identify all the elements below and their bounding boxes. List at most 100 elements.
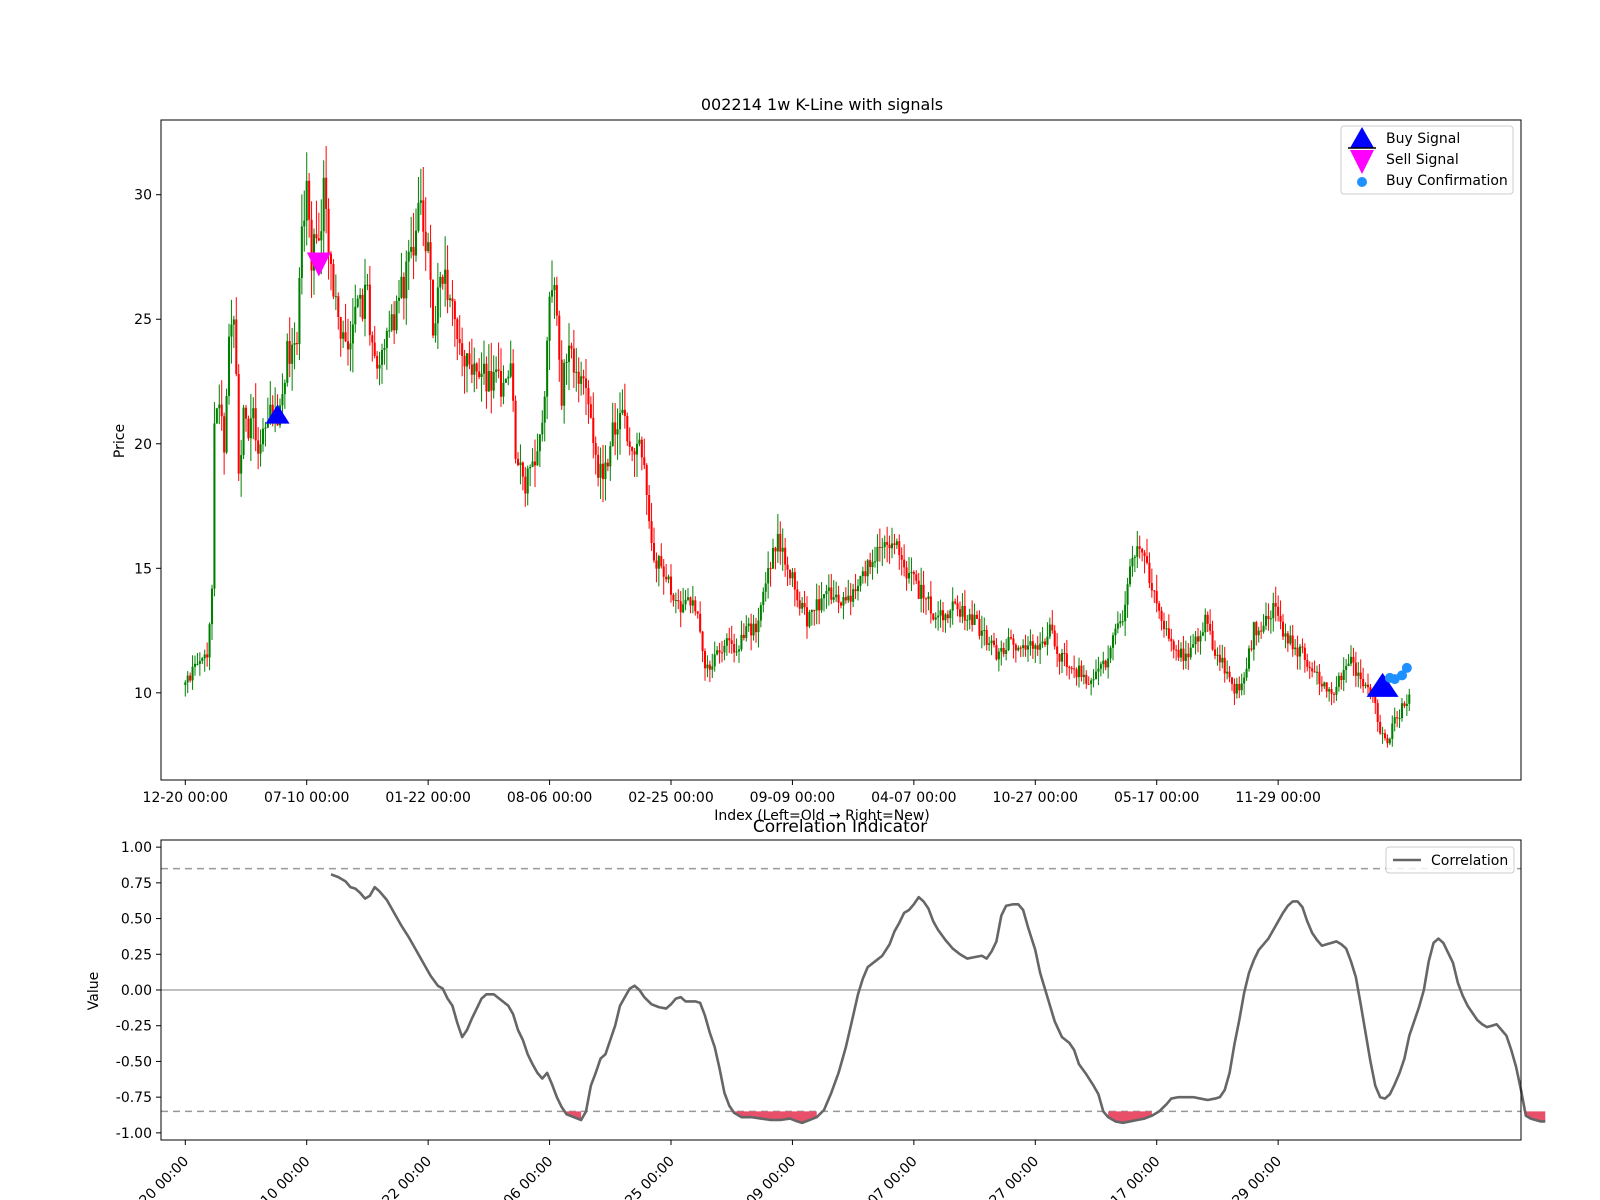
candle (356, 295, 359, 309)
candle (225, 388, 228, 455)
correlation-xtick-label: 29 00:00 (1229, 1154, 1285, 1200)
candle (507, 370, 510, 386)
candle (767, 551, 770, 599)
candle (1209, 609, 1212, 635)
candle (866, 559, 869, 587)
candle (597, 446, 600, 487)
candle (905, 561, 908, 591)
candle (444, 236, 447, 307)
candle (822, 594, 826, 612)
kline-title: 002214 1w K-Line with signals (701, 95, 943, 114)
candle (939, 599, 942, 628)
candle (1087, 676, 1090, 685)
candle (606, 458, 609, 472)
candle (371, 331, 374, 362)
candle (1053, 625, 1056, 650)
candle (412, 212, 415, 280)
candle (1306, 653, 1309, 672)
candle (1075, 667, 1078, 686)
candle (538, 434, 541, 468)
candle (706, 655, 709, 678)
candle (1218, 644, 1221, 671)
kline-yticks: 10 15 20 25 30 (134, 188, 161, 702)
candle (604, 445, 607, 501)
candle (682, 587, 685, 614)
candle (1400, 698, 1404, 722)
candle (878, 528, 881, 562)
candle (541, 410, 544, 442)
candle (839, 601, 843, 609)
candle (1063, 642, 1066, 667)
candle (1352, 647, 1355, 676)
candle (1005, 638, 1008, 661)
candle (334, 274, 337, 311)
candle (1199, 630, 1202, 655)
candle (1128, 558, 1132, 588)
candle (1267, 603, 1270, 631)
candle (856, 579, 860, 601)
correlation-xtick-label: 17 00:00 (1108, 1154, 1164, 1200)
candle (1284, 623, 1287, 649)
correlation-ytick-label: -1.00 (116, 1126, 152, 1142)
candle (461, 327, 464, 377)
candle (837, 585, 840, 614)
candle (592, 392, 595, 459)
candle (1318, 664, 1321, 696)
candle (339, 316, 342, 357)
candle (1182, 636, 1185, 670)
candle (898, 534, 901, 570)
candle (368, 265, 371, 346)
candle (385, 327, 388, 370)
candle (337, 292, 340, 330)
candle (315, 200, 318, 244)
candle (949, 609, 952, 628)
candle (854, 574, 857, 600)
candle (781, 528, 784, 571)
candle (560, 340, 563, 410)
correlation-ylabel: Value (86, 972, 102, 1010)
candle (873, 546, 877, 568)
candle (1379, 714, 1382, 735)
candle (1366, 673, 1370, 695)
candle (1303, 643, 1306, 673)
correlation-xtick-label: 07 00:00 (865, 1154, 921, 1200)
candle (434, 305, 437, 343)
candle (332, 259, 335, 300)
candle (529, 464, 532, 487)
candle (747, 617, 750, 632)
correlation-ytick-label: 0.25 (121, 947, 152, 963)
candle (1308, 661, 1311, 679)
candle (405, 250, 408, 325)
candle (201, 657, 204, 664)
correlation-ytick-label: -0.25 (116, 1019, 152, 1035)
candle (988, 636, 991, 651)
kline-xtick-label: 08-06 00:00 (507, 790, 592, 806)
candle (954, 598, 957, 605)
candle (609, 441, 612, 481)
candle (757, 607, 760, 648)
candle (830, 573, 833, 605)
candle (575, 348, 578, 392)
candle (803, 590, 806, 615)
candle (584, 359, 588, 415)
candle (628, 427, 631, 456)
candle (414, 208, 418, 262)
candle (1097, 656, 1100, 686)
correlation-ytick-label: 0.00 (121, 983, 152, 999)
candle (1165, 620, 1168, 636)
candle (937, 601, 940, 631)
candle (266, 397, 269, 429)
candle (1243, 672, 1246, 695)
candle (419, 168, 422, 215)
candle (402, 272, 405, 320)
candle (888, 535, 891, 564)
candle (1145, 538, 1149, 565)
candle (1226, 660, 1229, 680)
candle (648, 485, 651, 529)
candle (1036, 636, 1039, 656)
candle (924, 597, 928, 615)
candle (927, 592, 930, 611)
candle (308, 172, 311, 238)
candle (431, 279, 435, 339)
candle (711, 653, 714, 679)
